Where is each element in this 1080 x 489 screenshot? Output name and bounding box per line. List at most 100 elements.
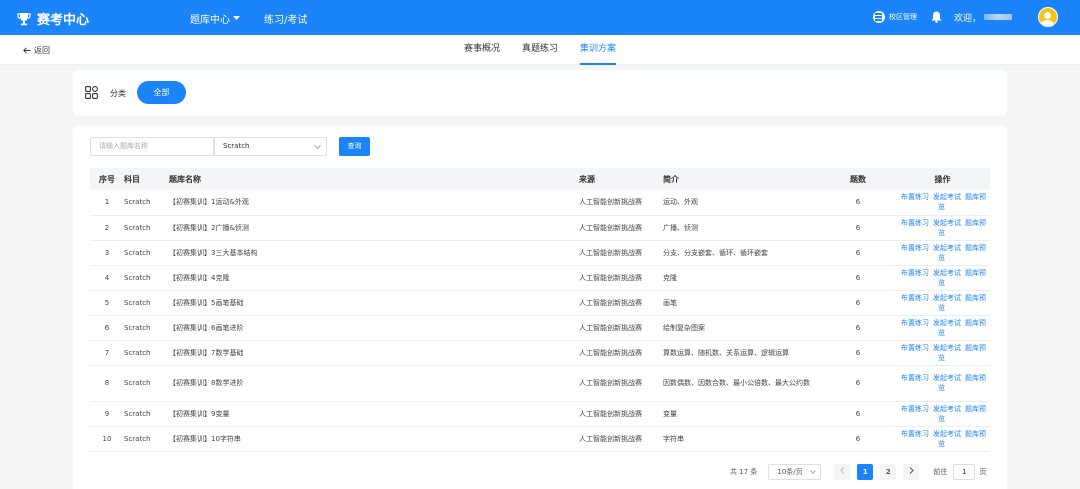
campus-icon bbox=[872, 11, 885, 23]
start-exam-link[interactable]: 发起考试 bbox=[933, 405, 961, 413]
assign-practice-link[interactable]: 布置练习 bbox=[901, 374, 929, 382]
row-count: 6 bbox=[821, 215, 895, 241]
assign-practice-link[interactable]: 布置练习 bbox=[901, 219, 929, 227]
assign-practice-link[interactable]: 布置练习 bbox=[901, 244, 929, 252]
row-index: 6 bbox=[90, 315, 124, 341]
pagination-total: 共 17 条 bbox=[730, 468, 758, 476]
tab-training-plan[interactable]: 集训方案 bbox=[580, 35, 617, 65]
row-actions: 布置练习 发起考试 题库预览 bbox=[895, 340, 990, 366]
row-index: 5 bbox=[90, 290, 124, 316]
next-page-button[interactable] bbox=[903, 464, 920, 480]
nav-question-bank[interactable]: 题库中心 bbox=[190, 11, 240, 26]
page-button-1[interactable]: 1 bbox=[857, 464, 874, 480]
start-exam-link[interactable]: 发起考试 bbox=[933, 193, 961, 201]
row-actions: 布置练习 发起考试 题库预览 bbox=[895, 215, 990, 241]
start-exam-link[interactable]: 发起考试 bbox=[933, 374, 961, 382]
row-actions: 布置练习 发起考试 题库预览 bbox=[895, 401, 990, 427]
table-row: 9 Scratch 【初赛集训】9变量 人工智能创新挑战赛 变量 6 布置练习 发起考试 题库预… bbox=[90, 401, 990, 427]
row-count: 6 bbox=[821, 265, 895, 291]
campus-management[interactable]: 校区管理 bbox=[872, 11, 917, 23]
top-bar: 赛考中心 题库中心 练习/考试 校区管理 欢迎， bbox=[0, 0, 1080, 35]
nav-practice-exam[interactable]: 练习/考试 bbox=[264, 11, 307, 26]
search-input[interactable]: 请输入题库名称 bbox=[90, 137, 215, 156]
row-intro: 算数运算、随机数、关系运算、逻辑运算 bbox=[663, 340, 821, 366]
start-exam-link[interactable]: 发起考试 bbox=[933, 219, 961, 227]
assign-practice-link[interactable]: 布置练习 bbox=[901, 269, 929, 277]
nav-question-bank-label: 题库中心 bbox=[190, 15, 230, 26]
start-exam-link[interactable]: 发起考试 bbox=[933, 430, 961, 438]
row-intro: 变量 bbox=[663, 401, 821, 427]
col-index: 序号 bbox=[90, 168, 124, 190]
row-subject: Scratch bbox=[124, 340, 169, 366]
row-source: 人工智能创新挑战赛 bbox=[579, 215, 663, 241]
row-intro: 广播、侦测 bbox=[663, 215, 821, 241]
welcome-user: 欢迎， bbox=[954, 11, 1012, 24]
assign-practice-link[interactable]: 布置练习 bbox=[901, 319, 929, 327]
row-source: 人工智能创新挑战赛 bbox=[579, 290, 663, 316]
row-name: 【初赛集训】7数学基础 bbox=[169, 340, 579, 366]
row-index: 10 bbox=[90, 426, 124, 452]
assign-practice-link[interactable]: 布置练习 bbox=[901, 294, 929, 302]
brand[interactable]: 赛考中心 bbox=[17, 9, 89, 28]
start-exam-link[interactable]: 发起考试 bbox=[933, 344, 961, 352]
back-button[interactable]: 返回 bbox=[23, 45, 50, 56]
subject-select-value: Scratch bbox=[223, 142, 250, 150]
row-subject: Scratch bbox=[124, 315, 169, 341]
row-name: 【初赛集训】2广播&侦测 bbox=[169, 215, 579, 241]
chevron-right-icon bbox=[909, 467, 914, 474]
page-button-2[interactable]: 2 bbox=[880, 464, 897, 480]
app-title: 赛考中心 bbox=[37, 13, 90, 28]
row-count: 6 bbox=[821, 315, 895, 341]
assign-practice-link[interactable]: 布置练习 bbox=[901, 430, 929, 438]
row-actions: 布置练习 发起考试 题库预览 bbox=[895, 190, 990, 216]
assign-practice-link[interactable]: 布置练习 bbox=[901, 405, 929, 413]
subject-select[interactable]: Scratch bbox=[213, 137, 327, 156]
row-index: 3 bbox=[90, 240, 124, 266]
goto-page-input[interactable]: 1 bbox=[953, 464, 976, 480]
start-exam-link[interactable]: 发起考试 bbox=[933, 294, 961, 302]
bell-icon[interactable] bbox=[931, 11, 942, 23]
row-index: 7 bbox=[90, 340, 124, 366]
table-body: 1 Scratch 【初赛集训】1运动&外观 人工智能创新挑战赛 运动、外观 6 布置练习发… bbox=[90, 190, 990, 452]
row-source: 人工智能创新挑战赛 bbox=[579, 265, 663, 291]
row-name: 【初赛集训】6画笔进阶 bbox=[169, 315, 579, 341]
campus-label: 校区管理 bbox=[888, 13, 917, 21]
chevron-down-icon bbox=[810, 468, 817, 474]
tab-overview[interactable]: 赛事概况 bbox=[464, 35, 500, 65]
row-intro: 分支、分支嵌套、循环、循环嵌套 bbox=[663, 240, 821, 266]
query-button[interactable]: 查询 bbox=[339, 137, 370, 156]
nav-practice-exam-label: 练习/考试 bbox=[264, 15, 308, 26]
table-row: 5 Scratch 【初赛集训】5画笔基础 人工智能创新挑战赛 画笔 6 布置练习 发起考试题… bbox=[90, 290, 990, 316]
assign-practice-link[interactable]: 布置练习 bbox=[901, 193, 929, 201]
row-subject: Scratch bbox=[124, 426, 169, 452]
back-label: 返回 bbox=[34, 46, 50, 55]
row-subject: Scratch bbox=[124, 290, 169, 316]
start-exam-link[interactable]: 发起考试 bbox=[933, 319, 961, 327]
row-count: 6 bbox=[821, 240, 895, 266]
row-actions: 布置练习 发起考试 题库预览 bbox=[895, 290, 990, 316]
row-intro: 因数偶数、因数合数、最小公倍数、最大公约数 bbox=[663, 365, 821, 402]
row-index: 4 bbox=[90, 265, 124, 291]
caret-down-icon bbox=[233, 16, 240, 20]
row-intro: 绘制复杂图案 bbox=[663, 315, 821, 341]
category-grid-icon bbox=[85, 86, 98, 99]
row-index: 8 bbox=[90, 365, 124, 402]
row-subject: Scratch bbox=[124, 215, 169, 241]
goto-unit: 页 bbox=[979, 468, 987, 476]
row-name: 【初赛集训】4克隆 bbox=[169, 265, 579, 291]
row-subject: Scratch bbox=[124, 365, 169, 402]
prev-page-button[interactable] bbox=[834, 464, 851, 480]
category-all-button[interactable]: 全部 bbox=[137, 81, 186, 104]
assign-practice-link[interactable]: 布置练习 bbox=[901, 344, 929, 352]
tab-past-papers[interactable]: 真题练习 bbox=[522, 35, 558, 65]
start-exam-link[interactable]: 发起考试 bbox=[933, 269, 961, 277]
avatar[interactable] bbox=[1038, 7, 1058, 27]
main-card: 请输入题库名称 Scratch 查询 序号 科目 题库名称 来源 简介 题数 操… bbox=[73, 126, 1007, 489]
col-actions: 操作 bbox=[895, 168, 990, 190]
row-source: 人工智能创新挑战赛 bbox=[579, 240, 663, 266]
page-size-select[interactable]: 10条/页 bbox=[768, 464, 822, 480]
question-bank-table: 序号 科目 题库名称 来源 简介 题数 操作 1 Scratch 【初赛集训】1运动… bbox=[90, 168, 990, 452]
row-source: 人工智能创新挑战赛 bbox=[579, 426, 663, 452]
start-exam-link[interactable]: 发起考试 bbox=[933, 244, 961, 252]
chevron-left-icon bbox=[840, 467, 845, 474]
